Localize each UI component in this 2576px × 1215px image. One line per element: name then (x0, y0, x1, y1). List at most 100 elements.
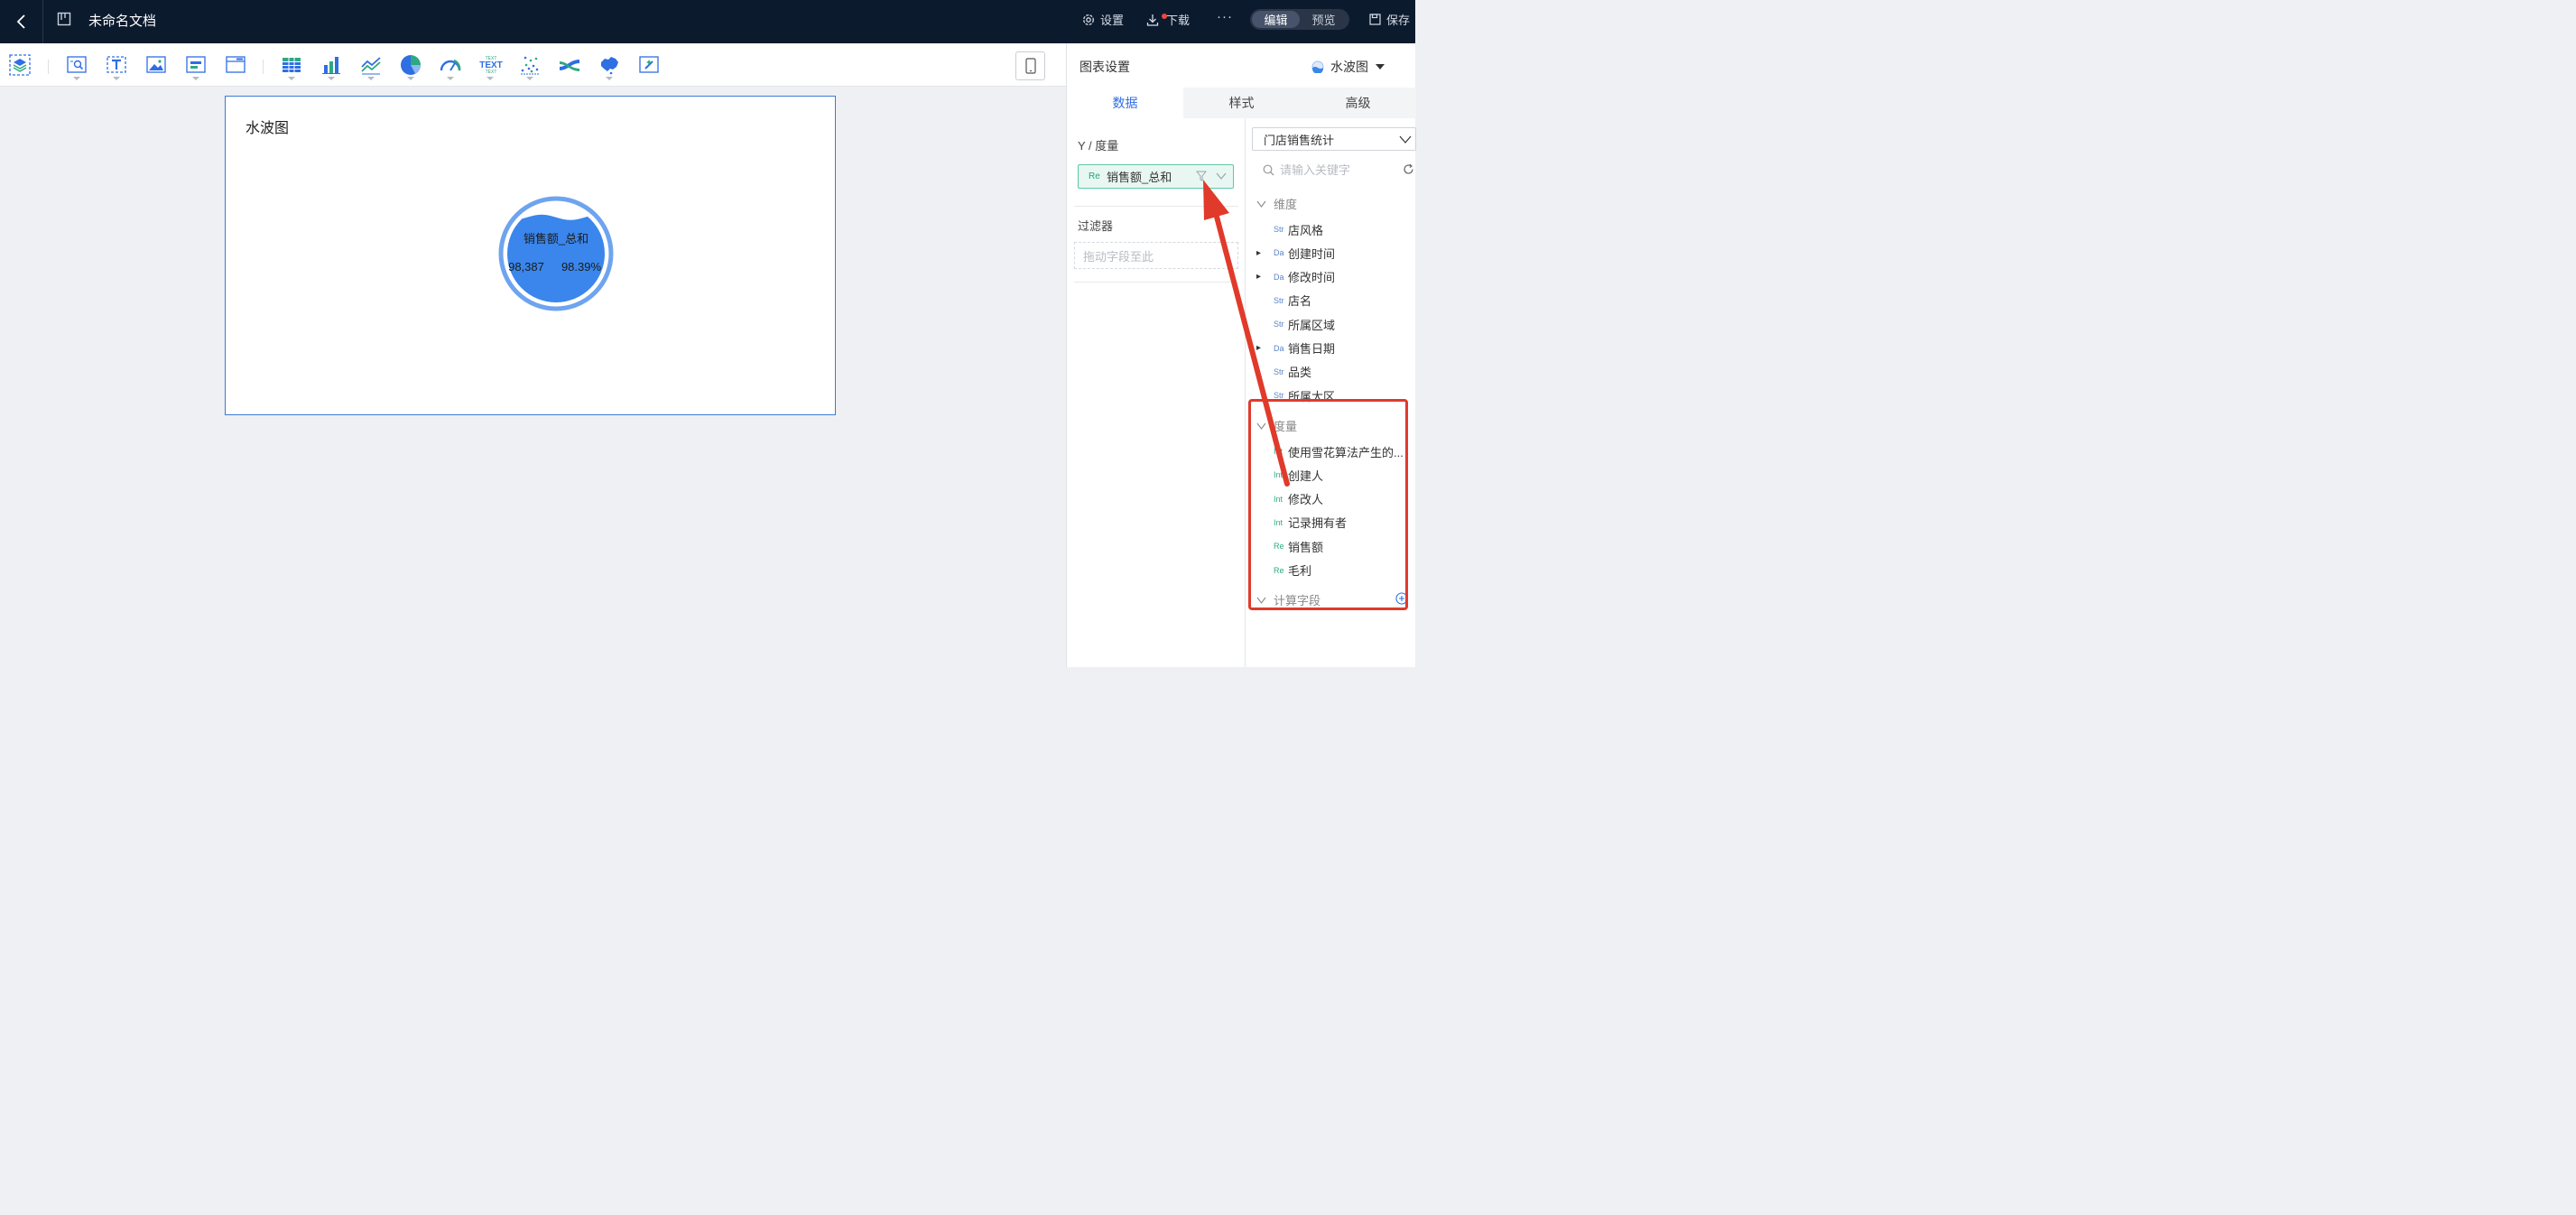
dimension-field-item[interactable]: Str 品类 (1256, 362, 1414, 382)
liquid-value: 98,387 (508, 260, 544, 274)
measure-field-item[interactable]: Int 使用雪花算法产生的... (1256, 441, 1414, 461)
field-type-tag: Re (1274, 565, 1284, 575)
document-title[interactable]: 未命名文档 (88, 11, 156, 30)
field-type-tag: Int (1274, 494, 1283, 504)
gauge-chart-tool[interactable] (439, 52, 462, 80)
add-circle-icon[interactable] (1395, 592, 1408, 605)
refresh-icon[interactable] (1403, 163, 1414, 175)
document-icon (57, 12, 71, 26)
field-name: 店风格 (1288, 223, 1324, 237)
field-type-tag: Re (1274, 542, 1284, 552)
gauge-icon (440, 59, 461, 71)
dataset-select[interactable]: 门店销售统计 (1252, 127, 1416, 151)
save-button[interactable]: 保存 (1369, 11, 1410, 28)
form-icon (186, 56, 206, 73)
calc-field-group-header[interactable]: 计算字段 (1256, 591, 1320, 608)
preview-mode-button[interactable]: 预览 (1300, 11, 1348, 28)
measure-field-item[interactable]: Re 销售额 (1256, 536, 1414, 556)
tab-style[interactable]: 样式 (1183, 88, 1300, 118)
mode-toggle: 编辑 预览 (1250, 9, 1349, 30)
dimension-group-header[interactable]: 维度 (1256, 195, 1297, 212)
measure-field-item[interactable]: Int 修改人 (1256, 489, 1414, 509)
image-icon (146, 56, 166, 73)
tab-container-tool[interactable] (224, 52, 247, 79)
column-divider (1245, 118, 1246, 667)
measure-field-item[interactable]: Int 创建人 (1256, 465, 1414, 485)
custom-component-tool[interactable] (637, 52, 661, 79)
search-input[interactable] (1280, 162, 1397, 177)
y-measure-label: Y / 度量 (1078, 139, 1119, 153)
chevron-down-icon (1256, 200, 1266, 208)
toolbar-divider (48, 60, 49, 74)
sankey-chart-tool[interactable] (558, 52, 581, 79)
text-tool[interactable] (105, 52, 128, 80)
back-button[interactable] (0, 0, 43, 43)
dimension-field-item[interactable]: Str 店名 (1256, 291, 1414, 311)
query-tool[interactable] (65, 52, 88, 80)
download-button[interactable]: 下载 (1146, 11, 1190, 28)
scatter-chart-tool[interactable] (518, 52, 542, 80)
liquid-chart-card[interactable]: 水波图 销售额_总和 98,387 98.39% (225, 96, 836, 415)
field-type-tag: Int (1274, 470, 1283, 480)
filter-component-tool[interactable] (184, 52, 208, 80)
svg-text:TEXT: TEXT (486, 70, 497, 75)
y-measure-field[interactable]: Re 销售额_总和 (1078, 164, 1234, 189)
chevron-down-icon[interactable] (1216, 172, 1227, 181)
dimension-field-item[interactable]: ▸ Da 创建时间 (1256, 243, 1414, 263)
component-toolbar: TEXT TEXT TEXT (0, 43, 1066, 87)
liquid-percent: 98.39% (561, 260, 602, 274)
table-chart-tool[interactable] (280, 52, 303, 80)
measure-field-item[interactable]: Re 毛利 (1256, 561, 1414, 580)
image-tool[interactable] (144, 52, 168, 79)
caret-down-icon (1376, 64, 1385, 70)
filter-icon[interactable] (1196, 171, 1207, 181)
layers-tool[interactable] (8, 52, 32, 79)
field-name: 销售额 (1288, 540, 1324, 554)
line-chart-tool[interactable] (359, 52, 383, 80)
download-icon (1146, 14, 1159, 26)
mobile-preview-button[interactable] (1015, 51, 1045, 80)
chart-type-select[interactable]: 水波图 (1311, 58, 1385, 76)
dimension-field-item[interactable]: Str 店风格 (1256, 219, 1414, 239)
filter-label: 过滤器 (1078, 219, 1114, 233)
download-label: 下载 (1166, 14, 1191, 27)
liquid-chart-icon (1311, 60, 1324, 73)
liquid-fill-chart: 销售额_总和 98,387 98.39% (498, 196, 614, 311)
dimension-field-item[interactable]: ▸ Da 修改时间 (1256, 267, 1414, 287)
text-card-tool[interactable]: TEXT TEXT TEXT (478, 52, 503, 80)
expand-caret-icon[interactable]: ▸ (1256, 343, 1265, 353)
settings-button[interactable]: 设置 (1082, 11, 1124, 28)
field-type-tag: Str (1274, 295, 1284, 305)
dimension-field-item[interactable]: ▸ Da 销售日期 (1256, 339, 1414, 358)
field-type-tag: Da (1274, 343, 1284, 353)
measure-group-header[interactable]: 度量 (1256, 417, 1297, 434)
panel-tabs: 数据 样式 高级 (1067, 88, 1416, 118)
line-chart-icon (361, 57, 381, 75)
map-chart-tool[interactable] (598, 52, 621, 80)
field-type-tag: Da (1274, 272, 1284, 282)
chart-settings-panel: 图表设置 水波图 数据 样式 高级 Y / 度量 Re 销售额_总和 过滤器 拖… (1066, 43, 1416, 667)
edit-mode-button[interactable]: 编辑 (1252, 11, 1300, 28)
toolbar-divider (263, 60, 264, 74)
pie-chart-icon (401, 55, 421, 75)
caret-down-icon (407, 77, 414, 80)
tab-data[interactable]: 数据 (1067, 88, 1183, 118)
measure-field-item[interactable]: Int 记录拥有者 (1256, 513, 1414, 533)
tab-advanced[interactable]: 高级 (1300, 88, 1416, 118)
caret-down-icon (113, 77, 120, 80)
divider (1074, 206, 1238, 207)
expand-caret-icon[interactable]: ▸ (1256, 248, 1265, 258)
caret-down-icon (486, 77, 494, 80)
pie-chart-tool[interactable] (399, 52, 422, 80)
dimension-field-item[interactable]: Str 所属大区 (1256, 385, 1414, 405)
bar-chart-tool[interactable] (320, 52, 343, 80)
dimension-field-item[interactable]: Str 所属区域 (1256, 314, 1414, 334)
field-type-tag: Int (1274, 447, 1283, 456)
more-button[interactable]: ··· (1217, 9, 1233, 24)
filter-drop-zone[interactable]: 拖动字段至此 (1074, 242, 1238, 269)
field-name: 销售日期 (1288, 342, 1336, 356)
field-name: 所属区域 (1288, 318, 1336, 332)
measure-header-label: 度量 (1274, 420, 1298, 433)
expand-caret-icon[interactable]: ▸ (1256, 272, 1265, 282)
query-icon (67, 56, 87, 73)
